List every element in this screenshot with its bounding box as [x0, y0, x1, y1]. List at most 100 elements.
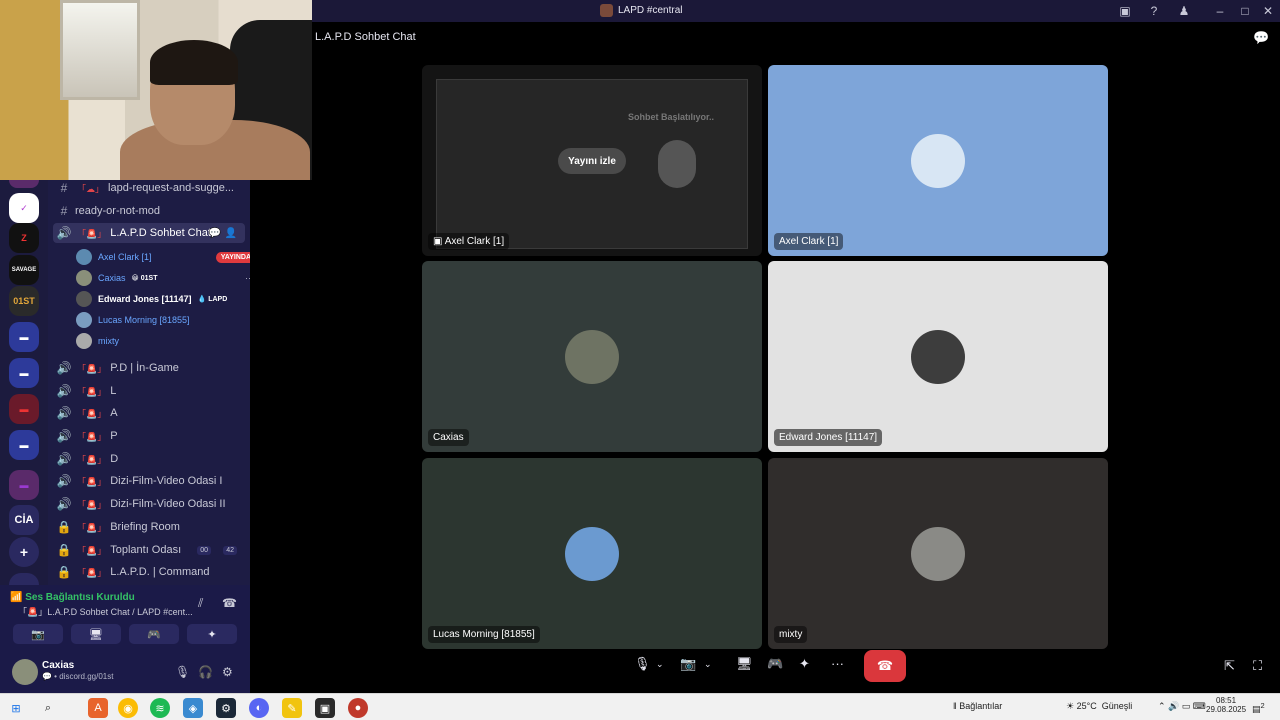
voice-channel-locked[interactable]: 🔒 「🚨」 Briefing Room	[53, 517, 245, 537]
server-icon[interactable]: SAVAGE	[9, 255, 39, 285]
close-icon[interactable]: ✕	[1260, 3, 1276, 19]
folder-icon[interactable]: ▬	[9, 394, 39, 424]
voice-channel-selected[interactable]: 🔊 「🚨」 L.A.P.D Sohbet Chat 💬 👤	[53, 223, 245, 243]
avatar[interactable]	[12, 659, 38, 685]
app-icon[interactable]: ▣	[315, 698, 335, 718]
disconnect-icon[interactable]: ☎	[222, 596, 237, 610]
speaker-icon: 🔊	[56, 474, 72, 488]
tile-label: mixty	[774, 626, 808, 643]
tray-icons[interactable]: ⌃ 🔊 ▭ ⌨	[1158, 701, 1206, 712]
weather-widget[interactable]: ☀ 25°C Güneşli	[1066, 701, 1132, 712]
voice-channel-locked[interactable]: 🔒 「🚨」 Toplantı Odası 00 42	[53, 540, 245, 560]
channel-label: L.A.P.D Sohbet Chat	[110, 227, 211, 239]
chat-bubble-icon[interactable]: 💬	[1253, 30, 1269, 46]
channel-label: P	[110, 430, 118, 442]
voice-channel[interactable]: 🔊 「🚨」 Dizi-Film-Video Odasi I	[53, 471, 245, 491]
settings-gear-icon[interactable]: ⚙	[222, 665, 233, 679]
windows-start-icon[interactable]: ⊞	[6, 698, 26, 718]
participant-tile[interactable]: Caxias	[422, 261, 762, 452]
server-icon[interactable]: 01ST	[9, 286, 39, 316]
add-server-icon[interactable]: +	[9, 537, 39, 567]
participant-tile[interactable]: Edward Jones [11147]	[768, 261, 1108, 452]
avatar	[565, 526, 619, 581]
voice-channel[interactable]: 🔊 「🚨」 L	[53, 381, 245, 401]
steam-icon[interactable]: ⚙	[216, 698, 236, 718]
participant-tile[interactable]: Axel Clark [1]	[768, 65, 1108, 256]
hash-icon: #	[60, 181, 68, 195]
discover-icon[interactable]	[9, 573, 39, 585]
minimize-icon[interactable]: –	[1212, 3, 1228, 19]
activities-button[interactable]: 🎮	[129, 624, 179, 644]
siren-icon: 「🚨」	[77, 545, 107, 556]
more-icon[interactable]: ···	[831, 656, 844, 671]
chrome-icon[interactable]: ◉	[118, 698, 138, 718]
headphones-icon[interactable]: 🎧	[198, 665, 213, 679]
fullscreen-icon[interactable]: ⛶	[1253, 658, 1262, 674]
siren-icon: 「🚨」	[77, 408, 107, 419]
microphone-icon[interactable]: 🎙	[634, 656, 651, 672]
server-icon[interactable]: Z	[9, 223, 39, 253]
voice-channel-locked[interactable]: 🔒 「🚨」 L.A.P.D. | Command	[53, 562, 245, 582]
member-tag-text: LAPD	[208, 296, 228, 303]
app-icon[interactable]: ◈	[183, 698, 203, 718]
server-icon[interactable]: CİA	[9, 505, 39, 535]
soundboard-icon[interactable]: ♟	[1176, 3, 1192, 19]
chevron-down-icon[interactable]: ⌄	[656, 659, 664, 670]
folder-icon[interactable]: ▬	[9, 430, 39, 460]
voice-channel[interactable]: 🔊 「🚨」 P	[53, 426, 245, 446]
voice-channel[interactable]: 🔊 「🚨」 D	[53, 449, 245, 469]
soundboard-icon[interactable]: ✦	[799, 656, 810, 672]
discord-icon[interactable]: ◐	[249, 698, 269, 718]
app-icon[interactable]: ✎	[282, 698, 302, 718]
participant-tile[interactable]: Lucas Morning [81855]	[422, 458, 762, 649]
siren-icon: 「🚨」	[77, 476, 107, 487]
voice-member[interactable]: mixty	[76, 331, 119, 351]
lock-icon: 🔒	[56, 543, 72, 557]
inbox-icon[interactable]: ▣	[1117, 3, 1133, 19]
text-channel[interactable]: # ready-or-not-mod	[53, 201, 245, 221]
voice-member[interactable]: Axel Clark [1] YAYINDA	[76, 247, 250, 267]
watch-stream-button[interactable]: Yayını izle	[558, 148, 626, 174]
soundboard-button[interactable]: ✦	[187, 624, 237, 644]
spotify-icon[interactable]: ≋	[150, 698, 170, 718]
activities-icon[interactable]: 🎮	[767, 656, 783, 672]
clock[interactable]: 08:51 29.08.2025	[1206, 696, 1246, 714]
maximize-icon[interactable]: □	[1237, 3, 1253, 19]
chevron-down-icon[interactable]: ⌄	[704, 659, 712, 670]
voice-member[interactable]: Edward Jones [11147] 💧 LAPD	[76, 289, 227, 309]
folder-icon[interactable]: ▬	[9, 322, 39, 352]
chat-icon[interactable]: 💬	[209, 228, 221, 239]
text-channel[interactable]: # 「☁」 lapd-request-and-sugge...	[53, 180, 245, 198]
voice-channel[interactable]: 🔊 「🚨」 Dizi-Film-Video Odasi II	[53, 494, 245, 514]
member-name: Axel Clark [1]	[98, 252, 152, 262]
search-icon[interactable]: ⌕	[38, 698, 58, 718]
app-icon[interactable]: A	[88, 698, 108, 718]
connection-channel[interactable]: 「🚨」L.A.P.D Sohbet Chat / LAPD #cent...	[18, 605, 193, 618]
folder-icon[interactable]: ▬	[9, 470, 39, 500]
camera-off-icon[interactable]: 📷	[680, 656, 696, 672]
tile-label: Axel Clark [1]	[774, 233, 844, 250]
voice-channel[interactable]: 🔊 「🚨」 P.D | İn-Game	[53, 358, 245, 378]
voice-channel[interactable]: 🔊 「🚨」 A	[53, 403, 245, 423]
help-icon[interactable]: ?	[1146, 3, 1162, 19]
screen-share-button[interactable]: 🖥	[71, 624, 121, 644]
voice-member[interactable]: Lucas Morning [81855]	[76, 310, 190, 330]
screen-share-icon[interactable]: 🖥	[736, 656, 753, 672]
camera-button[interactable]: 📷	[13, 624, 63, 644]
folder-icon[interactable]: ▬	[9, 358, 39, 388]
participant-tile[interactable]: mixty	[768, 458, 1108, 649]
invite-icon[interactable]: 👤	[225, 228, 237, 239]
voice-member[interactable]: Caxias 😀 01ST ···	[76, 268, 250, 288]
channel-label: ready-or-not-mod	[75, 205, 160, 217]
server-icon-partial[interactable]	[9, 180, 39, 188]
microphone-icon[interactable]: 🎙	[175, 665, 190, 679]
popout-icon[interactable]: ⇱	[1224, 658, 1235, 674]
notifications-icon[interactable]: ▤2	[1252, 701, 1265, 715]
noise-suppression-icon[interactable]: ⫽	[198, 596, 203, 611]
connections-label[interactable]: ‖ Bağlantılar	[953, 701, 1002, 711]
app-icon[interactable]: ●	[348, 698, 368, 718]
server-icon[interactable]: ✓	[9, 193, 39, 223]
disconnect-button[interactable]: ☎	[864, 650, 906, 682]
channel-label: Toplantı Odası	[110, 544, 182, 556]
more-icon[interactable]: ···	[245, 273, 250, 283]
